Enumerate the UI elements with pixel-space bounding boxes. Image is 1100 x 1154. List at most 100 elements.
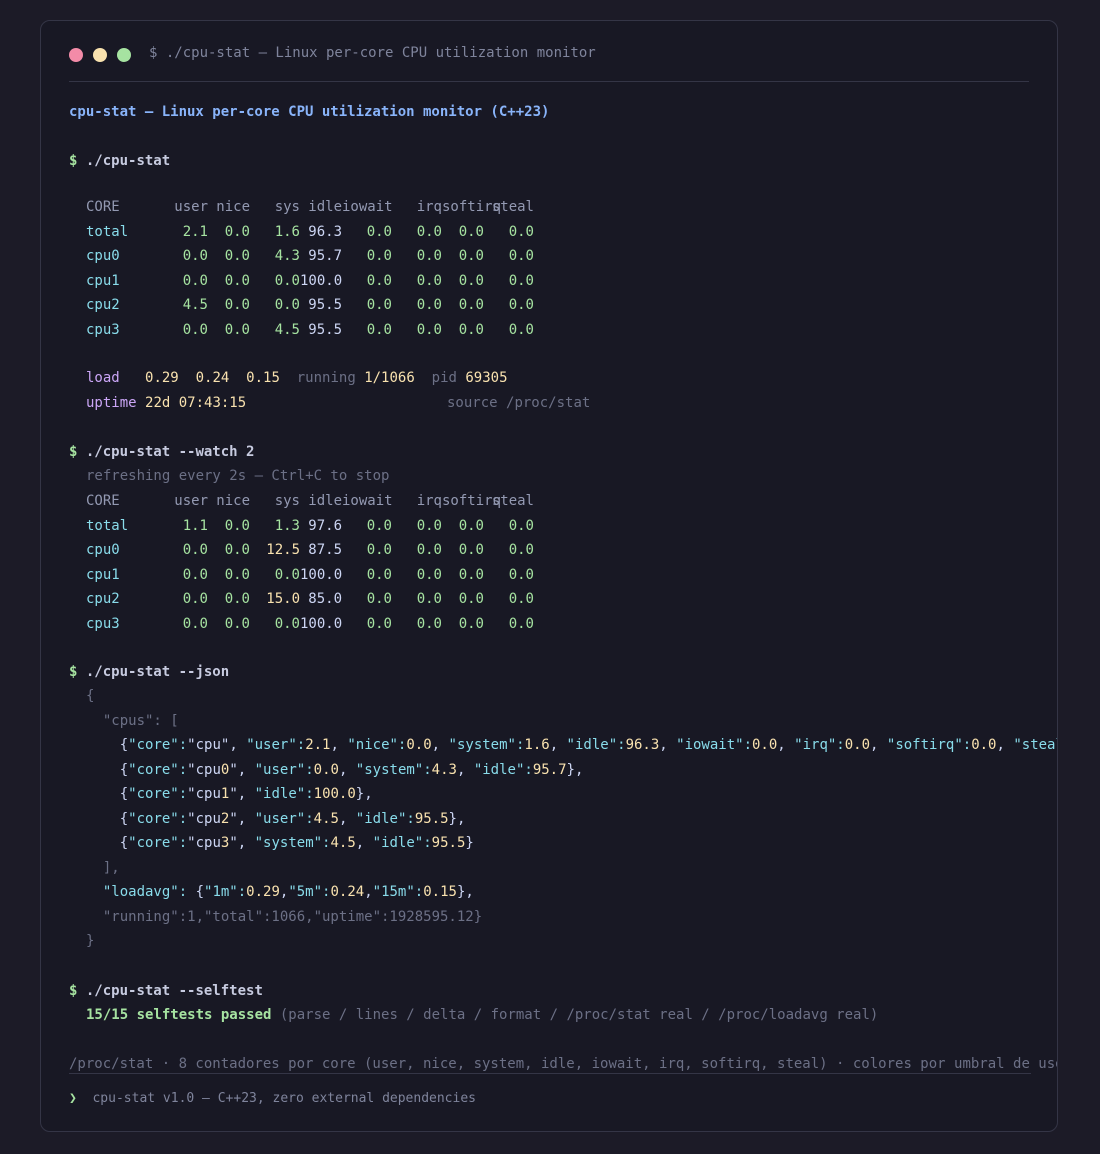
- cell-value: 0.0: [366, 517, 392, 534]
- json-token: ,: [330, 737, 348, 753]
- column-header: nice: [216, 493, 250, 509]
- json-text: "loadavg": {"1m":0.29,"5m":0.24,"15m":0.…: [86, 884, 474, 900]
- cell-value: 95.5: [308, 321, 342, 338]
- json-key: "core":: [128, 810, 188, 827]
- json-token: ,: [777, 737, 795, 753]
- column-header: irq: [416, 493, 442, 509]
- json-text: {: [86, 688, 95, 704]
- command-line-4: $ ./cpu-stat --selftest: [69, 979, 263, 1003]
- column-header: user: [174, 493, 208, 509]
- table-row: cpu3 0.0 0.0 4.5 95.5 0.0 0.0 0.0 0.0: [86, 318, 534, 342]
- close-window-button[interactable]: [69, 48, 83, 62]
- cell-value: 0.0: [508, 591, 534, 607]
- core-name: cpu3: [86, 615, 120, 632]
- cell-value: 0.0: [224, 517, 250, 534]
- cell-value: 100.0: [300, 566, 343, 583]
- source-label: source: [447, 395, 498, 411]
- cell-value: 4.3: [274, 248, 300, 264]
- load-label: load: [86, 370, 120, 386]
- core-name: cpu0: [86, 542, 120, 558]
- selftest-detail: (parse / lines / delta / format / /proc/…: [279, 1007, 879, 1023]
- json-key: "idle":: [355, 810, 415, 827]
- json-number: 0.0: [844, 737, 871, 753]
- prompt-symbol: $: [69, 153, 78, 169]
- column-header: user: [174, 199, 208, 215]
- prompt-arrow-icon: ❯: [69, 1091, 77, 1106]
- json-number: 0.24: [330, 884, 365, 900]
- json-line: "loadavg": {"1m":0.29,"5m":0.24,"15m":0.…: [86, 880, 474, 904]
- cell-value: 0.0: [508, 517, 534, 534]
- table-row: cpu2 0.0 0.0 15.0 85.0 0.0 0.0 0.0 0.0: [86, 587, 534, 611]
- cell-value: 0.0: [416, 297, 442, 313]
- json-line: {"core":"cpu1", "idle":100.0},: [86, 782, 373, 806]
- watch-note: refreshing every 2s — Ctrl+C to stop: [86, 468, 390, 484]
- core-name: total: [86, 517, 129, 534]
- uptime-line: uptime 22d 07:43:15: [86, 391, 246, 415]
- cell-value: 96.3: [308, 223, 342, 240]
- json-number: 4.3: [431, 761, 457, 778]
- json-number: 95.5: [431, 835, 466, 851]
- json-token: {: [187, 884, 205, 900]
- json-token: {: [86, 786, 129, 802]
- json-key: "system":: [448, 737, 525, 753]
- json-line: ],: [86, 856, 120, 880]
- json-text: }: [86, 933, 95, 949]
- cell-value: 0.0: [366, 248, 392, 264]
- prompt-symbol: $: [69, 664, 78, 680]
- json-number: 4.5: [313, 810, 339, 827]
- table-row: cpu0 0.0 0.0 12.5 87.5 0.0 0.0 0.0 0.0: [86, 538, 534, 562]
- cell-value: 2.1: [182, 223, 208, 240]
- pid-label: pid: [431, 370, 457, 386]
- minimize-window-button[interactable]: [93, 48, 107, 62]
- json-token: {: [86, 835, 129, 851]
- core-name: cpu1: [86, 272, 120, 289]
- json-number: 0.15: [423, 884, 457, 900]
- json-line: {"core":"cpu", "user":2.1, "nice":0.0, "…: [86, 733, 1057, 757]
- json-key: "user":: [254, 810, 314, 827]
- cell-value: 0.0: [416, 248, 442, 264]
- json-token: },: [456, 884, 474, 900]
- core-name: total: [86, 223, 129, 240]
- json-token: }: [465, 835, 474, 851]
- json-line: "cpus": [: [86, 709, 179, 733]
- json-token: ,: [870, 737, 887, 753]
- core-name: cpu2: [86, 591, 120, 607]
- cell-value: 0.0: [416, 517, 442, 534]
- json-number: 100.0: [313, 786, 356, 802]
- maximize-window-button[interactable]: [117, 48, 131, 62]
- json-key: "core":: [128, 835, 188, 851]
- terminal-window: $ ./cpu-stat — Linux per-core CPU utiliz…: [40, 20, 1058, 1132]
- cell-value: 4.5: [182, 297, 208, 313]
- json-token: "cpu: [187, 786, 221, 802]
- json-line: {"core":"cpu3", "system":4.5, "idle":95.…: [86, 831, 474, 855]
- column-header: steal: [491, 493, 534, 509]
- json-number: 0.0: [313, 761, 339, 778]
- cell-value: 0.0: [508, 297, 534, 313]
- json-token: ,: [659, 737, 677, 753]
- json-token: ",: [229, 835, 255, 851]
- cell-value: 0.0: [416, 272, 442, 289]
- cell-value: 0.0: [366, 297, 392, 313]
- json-key: "steal":: [1013, 737, 1057, 753]
- json-text: "running":1,"total":1066,"uptime":192859…: [86, 908, 483, 925]
- cell-value: 1.6: [274, 223, 300, 240]
- json-text: {"core":"cpu3", "system":4.5, "idle":95.…: [86, 835, 474, 851]
- json-text: {"core":"cpu0", "user":0.0, "system":4.3…: [86, 761, 584, 778]
- column-header: sys: [274, 493, 300, 509]
- json-key: "system":: [254, 835, 331, 851]
- cell-value: 85.0: [308, 591, 342, 607]
- footer-divider: [69, 1073, 1031, 1074]
- cell-value: 0.0: [182, 591, 208, 607]
- command-line-1: $ ./cpu-stat: [69, 149, 170, 173]
- cell-value: 0.0: [366, 321, 392, 338]
- cell-value: 0.0: [508, 615, 534, 632]
- column-header: softirq: [442, 493, 502, 509]
- table-row: total 2.1 0.0 1.6 96.3 0.0 0.0 0.0 0.0: [86, 220, 534, 244]
- table-row: cpu3 0.0 0.0 0.0100.0 0.0 0.0 0.0 0.0: [86, 612, 534, 636]
- table-header: CORE user nice sys idleiowait irqsoftirqsteal: [86, 489, 534, 513]
- cell-value: 95.7: [308, 248, 342, 264]
- cell-value: 0.0: [508, 542, 534, 558]
- cell-value: 0.0: [182, 321, 208, 338]
- cell-value: 0.0: [458, 248, 484, 264]
